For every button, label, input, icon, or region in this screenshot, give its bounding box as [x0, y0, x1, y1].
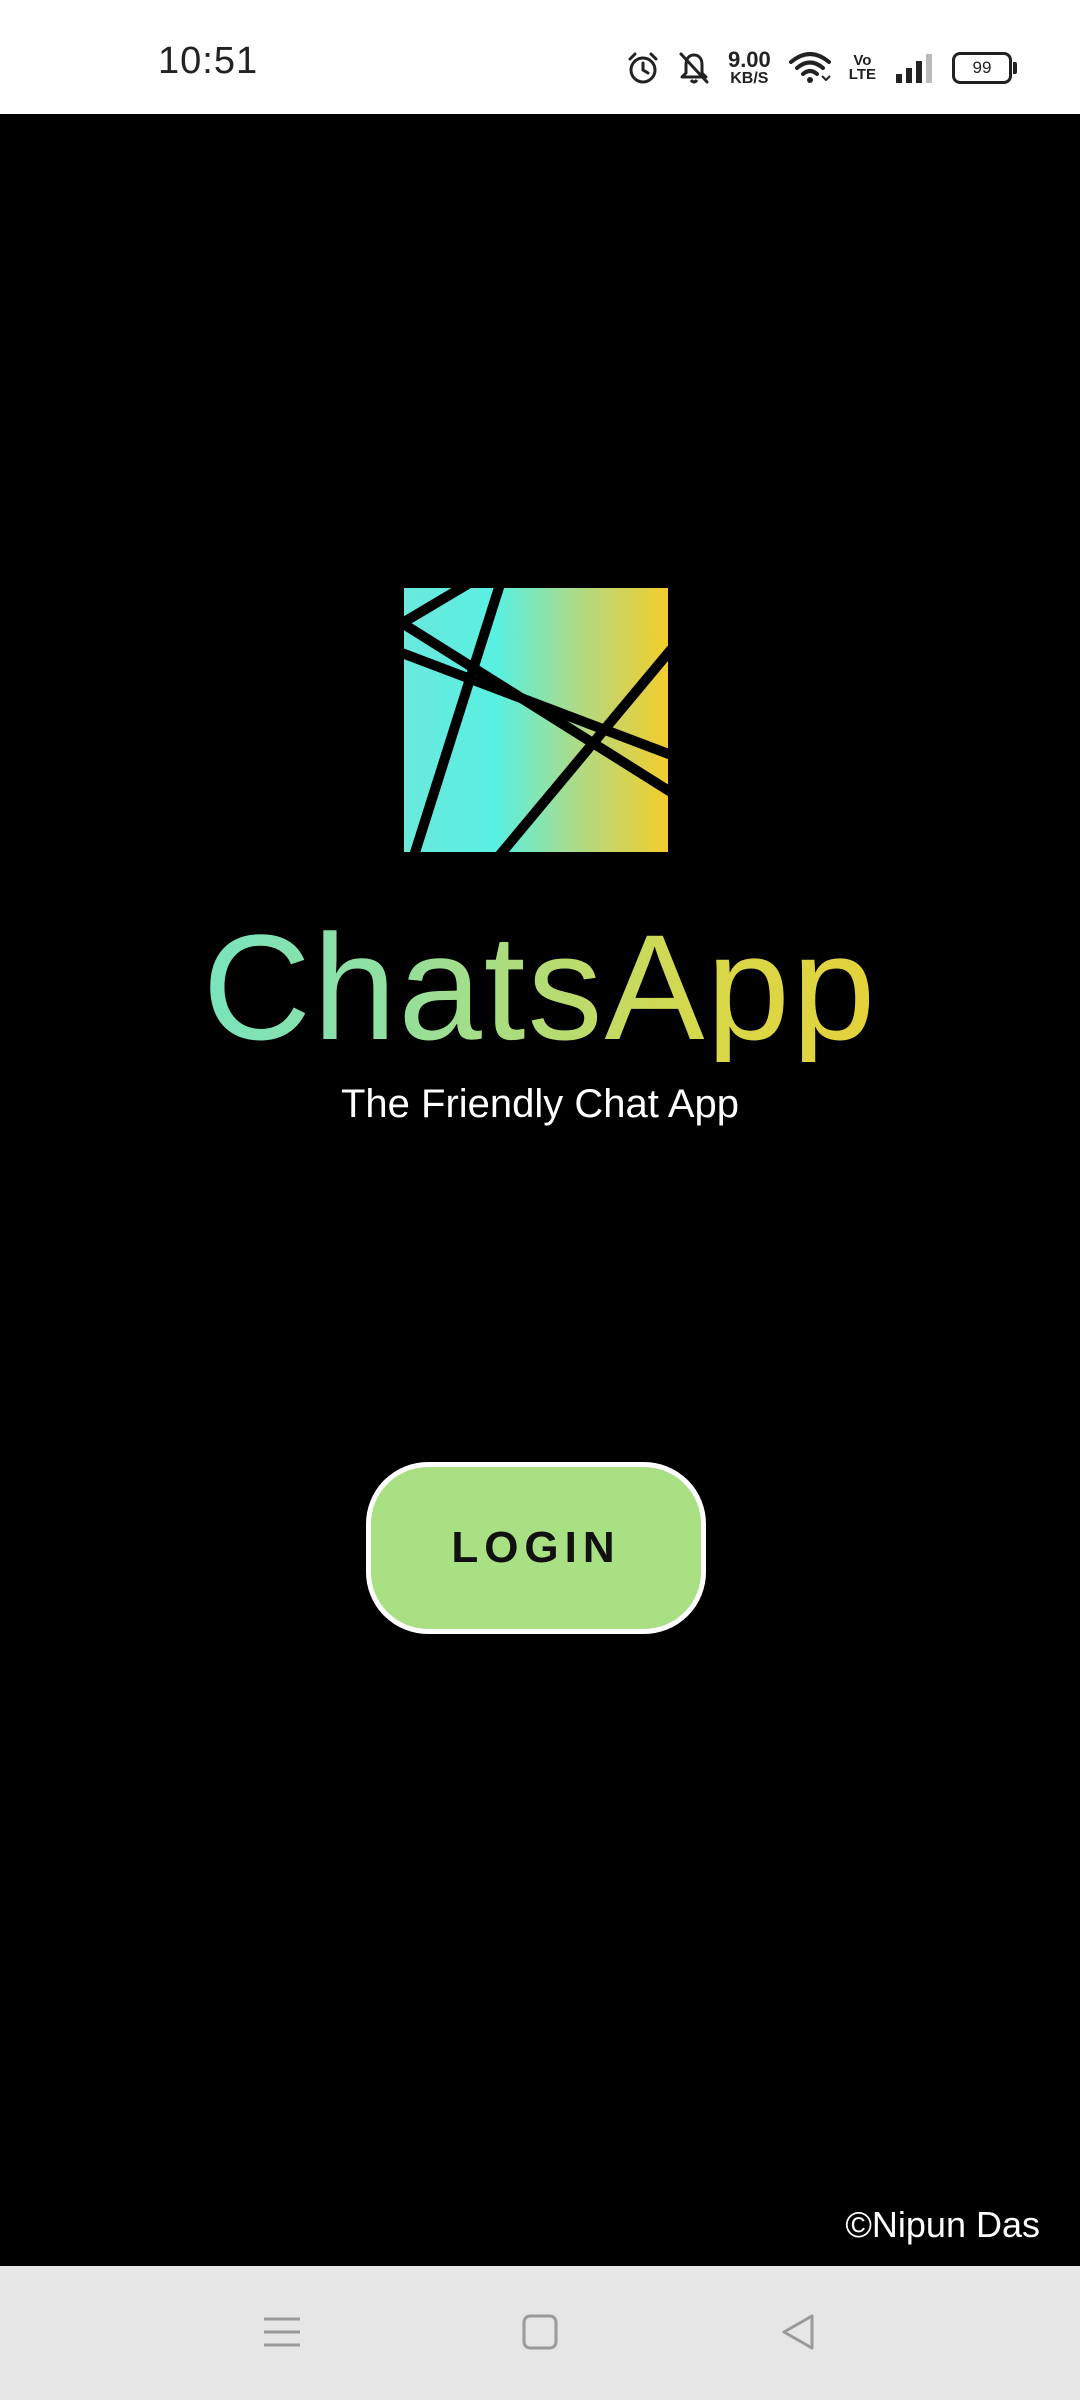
wifi-icon: [788, 52, 831, 84]
signal-icon: [894, 52, 934, 84]
net-speed-value: 9.00: [727, 47, 771, 72]
splash-screen: 10:51 9.00 KB/S Vo LTE 99 ChatsApp The F…: [0, 0, 1080, 2400]
navigation-bar: [0, 2266, 1080, 2400]
back-icon[interactable]: [768, 2302, 828, 2362]
home-icon[interactable]: [510, 2302, 570, 2362]
status-time: 10:51: [158, 40, 259, 82]
net-speed-indicator: 9.00 KB/S: [728, 49, 771, 87]
volte-indicator: Vo LTE: [848, 53, 876, 83]
volte-bottom: LTE: [848, 66, 876, 83]
net-speed-unit: KB/S: [730, 70, 769, 87]
login-button[interactable]: LOGIN: [366, 1462, 706, 1634]
status-bar: 10:51 9.00 KB/S Vo LTE 99: [0, 0, 1080, 114]
app-logo-icon: [404, 588, 668, 852]
bell-muted-icon: [678, 51, 710, 85]
login-button-label: LOGIN: [451, 1523, 621, 1572]
alarm-icon: [626, 51, 660, 85]
app-name: ChatsApp: [0, 912, 1080, 1062]
app-tagline: The Friendly Chat App: [341, 1082, 739, 1126]
copyright-text: ©Nipun Das: [845, 2204, 1040, 2245]
menu-icon[interactable]: [252, 2302, 312, 2362]
battery-icon: 99: [952, 52, 1017, 84]
status-icons: 9.00 KB/S Vo LTE 99: [626, 46, 1017, 90]
